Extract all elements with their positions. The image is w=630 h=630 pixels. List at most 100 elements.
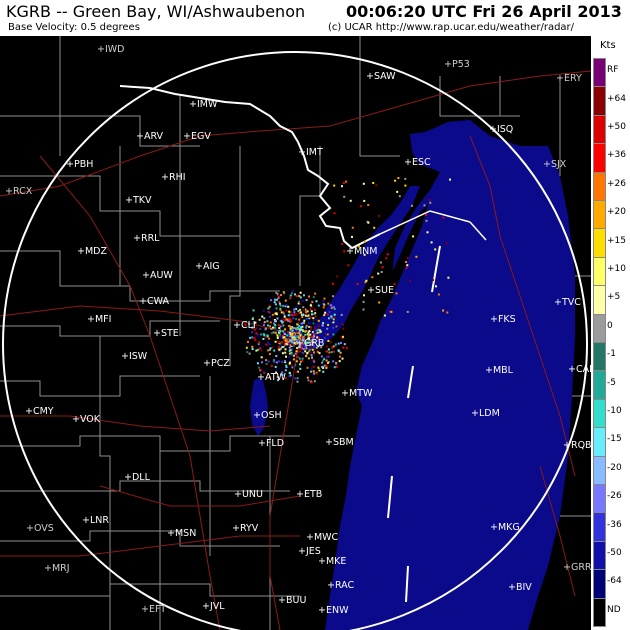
city-label-mnm: +MNM xyxy=(346,246,377,257)
city-name: MDZ xyxy=(84,246,107,257)
echo-pixel xyxy=(274,327,277,330)
city-marker-icon: + xyxy=(44,563,52,574)
echo-pixel xyxy=(265,359,268,362)
echo-pixel xyxy=(329,304,332,307)
echo-pixel xyxy=(281,341,283,344)
echo-pixel xyxy=(363,199,366,202)
echo-pixel xyxy=(267,310,270,313)
echo-pixel xyxy=(252,309,255,312)
echo-pixel xyxy=(305,317,308,320)
echo-pixel xyxy=(267,349,270,352)
city-label-rqb: +RQB xyxy=(563,440,592,451)
echo-pixel xyxy=(258,318,261,321)
echo-pixel xyxy=(291,292,293,295)
echo-pixel xyxy=(284,348,287,351)
city-label-tkv: +TKV xyxy=(125,195,152,206)
echo-pixel xyxy=(311,331,314,333)
echo-pixel xyxy=(301,328,304,331)
city-label-cwa: +CWA xyxy=(139,296,169,307)
echo-pixel xyxy=(313,360,316,363)
legend-label: +36 xyxy=(607,150,626,161)
echo-pixel xyxy=(445,242,448,245)
legend-label: -10 xyxy=(607,405,622,416)
city-name: RYV xyxy=(239,523,259,534)
echo-pixel xyxy=(256,362,259,365)
echo-pixel xyxy=(342,327,345,330)
echo-pixel xyxy=(394,179,397,182)
echo-pixel xyxy=(362,308,365,311)
echo-pixel xyxy=(322,306,325,309)
city-name: LDM xyxy=(478,408,500,419)
echo-pixel xyxy=(275,298,278,301)
city-name: IMW xyxy=(196,99,218,110)
echo-pixel xyxy=(310,310,313,313)
city-marker-icon: + xyxy=(141,604,149,615)
echo-pixel xyxy=(306,333,309,336)
city-marker-icon: + xyxy=(367,285,375,296)
echo-pixel xyxy=(342,346,345,349)
echo-pixel xyxy=(272,309,275,311)
echo-pixel xyxy=(296,377,299,380)
legend-swatch xyxy=(593,313,606,343)
city-label-mdz: +MDZ xyxy=(77,246,107,257)
echo-pixel xyxy=(289,296,292,299)
city-marker-icon: + xyxy=(195,261,203,272)
echo-pixel xyxy=(325,350,328,353)
echo-pixel xyxy=(297,333,300,336)
city-label-eft: +EFT xyxy=(141,604,166,615)
city-label-rrl: +RRL xyxy=(133,233,159,244)
city-name: AUW xyxy=(149,270,173,281)
echo-pixel xyxy=(295,327,298,330)
echo-pixel xyxy=(306,351,309,354)
echo-pixel xyxy=(313,327,316,330)
echo-pixel xyxy=(365,279,368,282)
city-marker-icon: + xyxy=(508,582,516,593)
echo-pixel xyxy=(257,336,260,339)
legend-swatch xyxy=(593,200,606,230)
echo-pixel xyxy=(315,300,318,303)
city-marker-icon: + xyxy=(298,546,306,557)
city-marker-icon: + xyxy=(298,147,306,158)
echo-pixel xyxy=(338,355,341,358)
echo-pixel xyxy=(371,276,374,279)
city-label-grr: +GRR xyxy=(563,562,592,573)
echo-pixel xyxy=(409,279,412,282)
echo-pixel xyxy=(294,364,297,367)
city-marker-icon: + xyxy=(296,338,304,349)
echo-pixel xyxy=(434,248,437,251)
echo-pixel xyxy=(323,314,326,317)
echo-pixel xyxy=(277,345,280,348)
legend-label: +26 xyxy=(607,178,626,189)
echo-pixel xyxy=(304,350,307,353)
echo-pixel xyxy=(307,357,310,360)
city-name: SAW xyxy=(373,71,396,82)
echo-pixel xyxy=(331,346,334,349)
echo-pixel xyxy=(332,360,335,363)
echo-pixel xyxy=(299,291,302,294)
echo-pixel xyxy=(252,317,254,320)
legend-swatch xyxy=(593,398,606,429)
city-marker-icon: + xyxy=(142,270,150,281)
city-name: GRR xyxy=(570,562,592,573)
city-name: FLD xyxy=(265,438,285,449)
echo-pixel xyxy=(309,304,312,307)
echo-pixel xyxy=(294,352,297,355)
echo-pixel xyxy=(275,368,278,371)
echo-pixel xyxy=(284,351,287,354)
echo-pixel xyxy=(288,310,291,313)
echo-pixel xyxy=(284,319,287,322)
echo-pixel xyxy=(316,331,319,334)
echo-pixel xyxy=(268,304,271,307)
echo-pixel xyxy=(312,322,315,325)
echo-pixel xyxy=(266,334,269,337)
city-label-pbh: +PBH xyxy=(66,159,93,170)
echo-pixel xyxy=(268,353,271,355)
echo-pixel xyxy=(337,342,340,345)
echo-pixel xyxy=(293,327,296,330)
echo-pixel xyxy=(341,185,343,188)
city-label-ery: +ERY xyxy=(556,73,582,84)
echo-pixel xyxy=(322,322,325,324)
echo-pixel xyxy=(301,353,303,356)
echo-pixel xyxy=(308,348,311,351)
echo-pixel xyxy=(351,235,353,238)
